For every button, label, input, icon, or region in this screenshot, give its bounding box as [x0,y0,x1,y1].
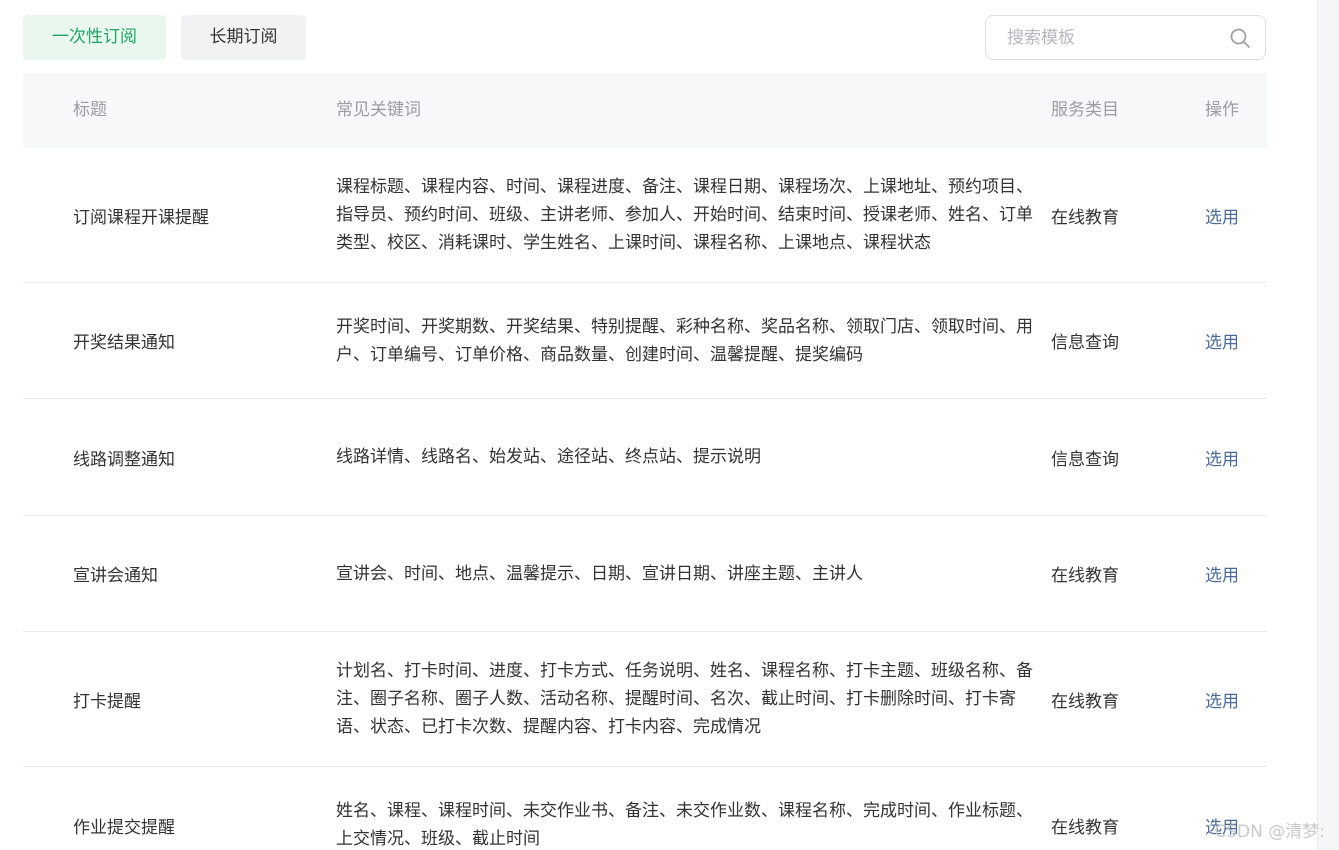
row-keywords: 课程标题、课程内容、时间、课程进度、备注、课程日期、课程场次、上课地址、预约项目… [336,177,1033,253]
select-button[interactable]: 选用 [1205,399,1265,515]
row-category: 信息查询 [1051,449,1119,470]
template-table: 标题 常见关键词 服务类目 操作 订阅课程开课提醒 课程标题、课程内容、时间、课… [23,73,1267,850]
row-title: 订阅课程开课提醒 [73,207,209,228]
search-icon[interactable] [1229,27,1251,49]
row-title: 打卡提醒 [73,691,141,712]
select-button[interactable]: 选用 [1205,516,1265,631]
row-title: 宣讲会通知 [73,566,158,586]
row-category: 在线教育 [1051,566,1119,586]
row-title: 作业提交提醒 [73,817,175,838]
table-row: 线路调整通知 线路详情、线路名、始发站、途径站、终点站、提示说明 信息查询 选用 [23,399,1267,516]
header-keywords: 常见关键词 [336,100,421,120]
search-box[interactable] [985,15,1266,60]
side-scroll-rail[interactable] [1317,0,1339,850]
row-title: 开奖结果通知 [73,333,175,353]
row-title: 线路调整通知 [73,449,175,470]
row-keywords: 计划名、打卡时间、进度、打卡方式、任务说明、姓名、课程名称、打卡主题、班级名称、… [336,661,1033,737]
row-category: 在线教育 [1051,207,1119,228]
row-keywords: 开奖时间、开奖期数、开奖结果、特别提醒、彩种名称、奖品名称、领取门店、领取时间、… [336,316,1033,365]
table-row: 开奖结果通知 开奖时间、开奖期数、开奖结果、特别提醒、彩种名称、奖品名称、领取门… [23,283,1267,399]
select-button[interactable]: 选用 [1205,283,1265,398]
row-category: 在线教育 [1051,817,1119,838]
table-row: 订阅课程开课提醒 课程标题、课程内容、时间、课程进度、备注、课程日期、课程场次、… [23,148,1267,283]
row-category: 信息查询 [1051,333,1119,353]
row-keywords: 姓名、课程、课程时间、未交作业书、备注、未交作业数、课程名称、完成时间、作业标题… [336,801,1033,849]
header-action: 操作 [1205,100,1239,120]
select-button[interactable]: 选用 [1205,148,1265,282]
table-row: 作业提交提醒 姓名、课程、课程时间、未交作业书、备注、未交作业数、课程名称、完成… [23,767,1267,850]
top-bar: 一次性订阅 长期订阅 [23,15,1266,60]
tab-long-term-subscription[interactable]: 长期订阅 [181,15,306,60]
header-title: 标题 [73,100,107,120]
page: 一次性订阅 长期订阅 标题 常见关键词 服务类目 操作 订阅课程开课提醒 课程标… [0,0,1339,850]
table-row: 打卡提醒 计划名、打卡时间、进度、打卡方式、任务说明、姓名、课程名称、打卡主题、… [23,632,1267,767]
tab-one-time-subscription[interactable]: 一次性订阅 [23,15,166,60]
row-keywords: 线路详情、线路名、始发站、途径站、终点站、提示说明 [336,447,761,467]
header-category: 服务类目 [1051,100,1119,120]
search-input[interactable] [1005,16,1215,59]
table-row: 宣讲会通知 宣讲会、时间、地点、温馨提示、日期、宣讲日期、讲座主题、主讲人 在线… [23,516,1267,632]
watermark: CSDN @清梦: [1214,822,1325,842]
select-button[interactable]: 选用 [1205,632,1265,766]
table-header: 标题 常见关键词 服务类目 操作 [23,73,1267,148]
row-category: 在线教育 [1051,691,1119,712]
row-keywords: 宣讲会、时间、地点、温馨提示、日期、宣讲日期、讲座主题、主讲人 [336,563,863,584]
